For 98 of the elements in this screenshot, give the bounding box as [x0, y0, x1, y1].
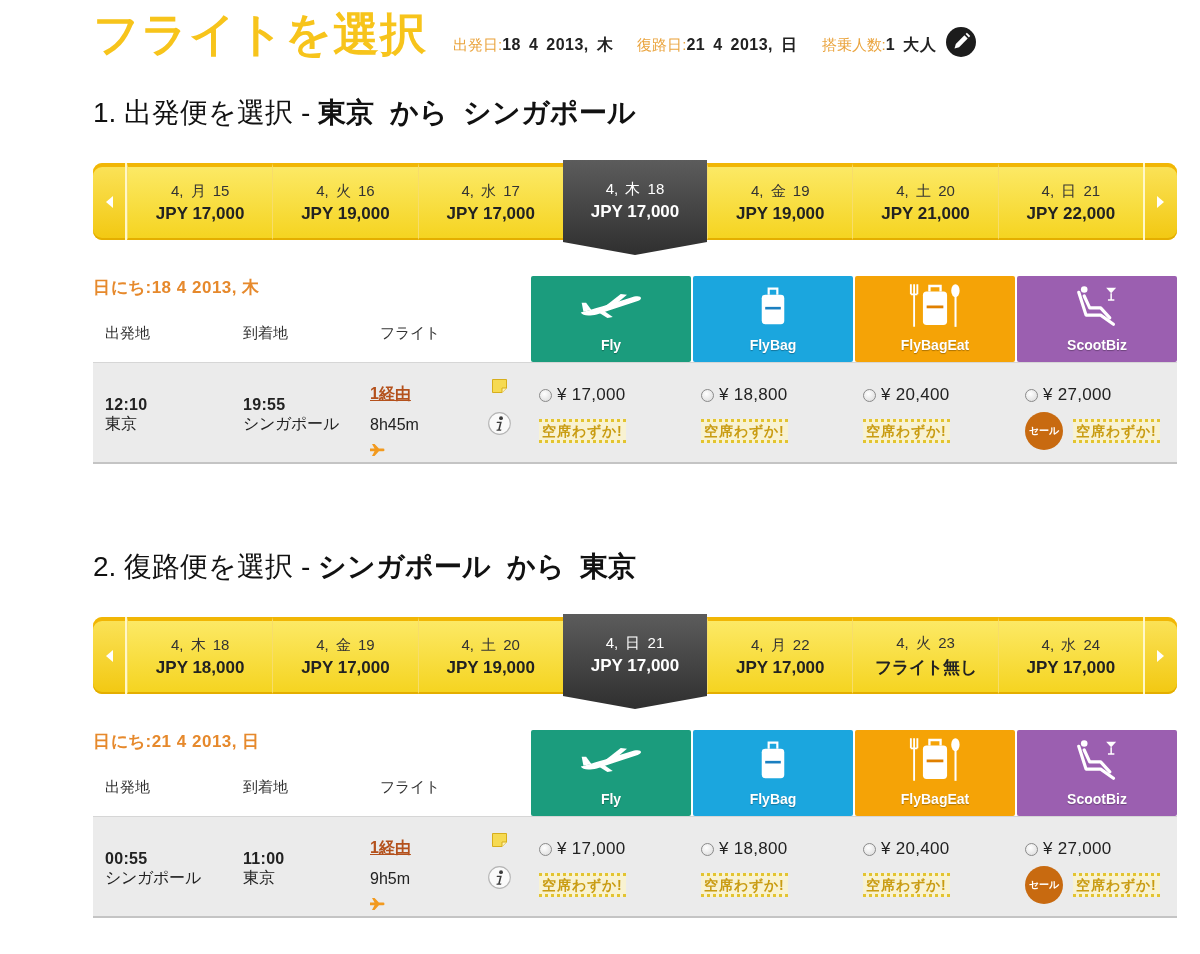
column-header: 到着地 — [243, 323, 288, 343]
date-tab[interactable]: 4, 火 16 JPY 19,000 — [272, 163, 418, 240]
fare-type-label: Fly — [600, 336, 622, 355]
column-header: 出発地 — [105, 323, 150, 343]
departure-time: 12:10 — [105, 395, 148, 414]
note-icon[interactable] — [491, 833, 507, 847]
radio-button[interactable] — [539, 842, 552, 856]
availability-badge: 空席わずか! — [539, 873, 626, 897]
availability-badge: 空席わずか! — [863, 873, 950, 897]
date-tab[interactable]: 4, 日 21 JPY 22,000 — [997, 163, 1143, 240]
date-tab[interactable]: 4, 金 19 JPY 17,000 — [272, 617, 418, 694]
airplane-icon — [579, 746, 643, 773]
radio-button[interactable] — [539, 388, 552, 402]
column-header: 出発地 — [105, 777, 150, 797]
radio-button[interactable] — [863, 388, 876, 402]
availability-badge: 空席わずか! — [863, 419, 950, 443]
fare-type-label: FlyBagEat — [900, 790, 970, 809]
radio-button[interactable] — [1025, 388, 1038, 402]
sale-badge: セール — [1025, 866, 1063, 904]
date-tab[interactable]: 4, 月 22 JPY 17,000 — [707, 617, 853, 694]
triangle-right-icon — [1157, 649, 1165, 662]
availability-badge: 空席わずか! — [1073, 419, 1160, 443]
radio-button[interactable] — [701, 842, 714, 856]
fare-type-label: FlyBag — [749, 336, 797, 355]
summary-label: 復路日: — [637, 36, 687, 55]
column-header: フライト — [380, 777, 440, 797]
date-tab[interactable]: 4, 日 21 JPY 17,000 — [562, 614, 708, 709]
date-tab[interactable]: 4, 木 18 JPY 18,000 — [127, 617, 273, 694]
previous-dates-button[interactable] — [93, 163, 127, 240]
fare-price: ¥ 17,000 — [557, 385, 626, 405]
availability-badge: 空席わずか! — [1073, 873, 1160, 897]
flight-duration: 9h5m — [370, 869, 411, 889]
next-dates-button[interactable] — [1142, 163, 1177, 240]
airplane-icon — [370, 897, 385, 911]
airplane-icon — [579, 292, 643, 319]
fare-type-label: FlyBagEat — [900, 336, 970, 355]
fare-price: ¥ 20,400 — [881, 385, 950, 405]
fare-type-label: ScootBiz — [1067, 336, 1127, 355]
date-tab[interactable]: 4, 土 20 JPY 21,000 — [852, 163, 998, 240]
summary-value: 18 4 2013, 木 — [502, 35, 614, 55]
column-header: フライト — [380, 323, 440, 343]
date-tab[interactable]: 4, 月 15 JPY 17,000 — [127, 163, 273, 240]
date-tab[interactable]: 4, 土 20 JPY 19,000 — [417, 617, 563, 694]
fare-price: ¥ 20,400 — [881, 839, 950, 859]
arrival-city: 東京 — [243, 868, 275, 888]
suitcase-fork-spoon-icon — [909, 737, 961, 782]
fare-type-label: ScootBiz — [1067, 790, 1127, 809]
radio-button[interactable] — [863, 842, 876, 856]
date-tab[interactable]: 4, 水 17 JPY 17,000 — [417, 163, 563, 240]
summary-label: 出発日: — [453, 36, 503, 55]
sale-badge: セール — [1025, 412, 1063, 450]
departure-time: 00:55 — [105, 849, 148, 868]
arrival-city: シンガポール — [243, 414, 339, 434]
departure-city: シンガポール — [105, 868, 201, 888]
pencil-icon[interactable] — [946, 27, 976, 57]
note-icon[interactable] — [491, 379, 507, 393]
availability-badge: 空席わずか! — [701, 873, 788, 897]
fare-type-label: Fly — [600, 790, 622, 809]
availability-badge: 空席わずか! — [701, 419, 788, 443]
date-tab[interactable]: 4, 金 19 JPY 19,000 — [707, 163, 853, 240]
arrival-time: 11:00 — [243, 849, 285, 868]
date-label: 日にち:21 4 2013, 日 — [93, 732, 260, 752]
stops-link[interactable]: 1経由 — [370, 384, 411, 403]
departure-city: 東京 — [105, 414, 137, 434]
radio-button[interactable] — [701, 388, 714, 402]
section-heading: 2. 復路便を選択 - シンガポール から 東京 — [93, 550, 638, 584]
date-tab[interactable]: 4, 水 24 JPY 17,000 — [997, 617, 1143, 694]
fare-price: ¥ 18,800 — [719, 385, 788, 405]
column-header: 到着地 — [243, 777, 288, 797]
suitcase-icon — [760, 739, 786, 780]
page-title: フライトを選択 — [93, 7, 427, 57]
radio-button[interactable] — [1025, 842, 1038, 856]
fare-type-label: FlyBag — [749, 790, 797, 809]
triangle-right-icon — [1157, 195, 1165, 208]
date-tab[interactable]: 4, 木 18 JPY 17,000 — [562, 160, 708, 255]
triangle-left-icon — [105, 649, 113, 662]
fare-price: ¥ 27,000 — [1043, 839, 1112, 859]
date-tab[interactable]: 4, 火 23 フライト無し — [852, 617, 998, 694]
next-dates-button[interactable] — [1142, 617, 1177, 694]
airplane-icon — [370, 443, 385, 457]
fare-price: ¥ 27,000 — [1043, 385, 1112, 405]
fare-price: ¥ 17,000 — [557, 839, 626, 859]
info-icon[interactable] — [487, 412, 511, 435]
section-heading: 1. 出発便を選択 - 東京 から シンガポール — [93, 96, 638, 130]
summary-value: 1 大人 — [885, 35, 936, 55]
triangle-left-icon — [105, 195, 113, 208]
suitcase-icon — [760, 285, 786, 326]
summary-value: 21 4 2013, 日 — [686, 35, 798, 55]
date-label: 日にち:18 4 2013, 木 — [93, 278, 260, 298]
summary-label: 搭乗人数: — [821, 36, 886, 55]
availability-badge: 空席わずか! — [539, 419, 626, 443]
suitcase-fork-spoon-icon — [909, 283, 961, 328]
flight-duration: 8h45m — [370, 415, 419, 435]
previous-dates-button[interactable] — [93, 617, 127, 694]
info-icon[interactable] — [487, 866, 511, 889]
fare-price: ¥ 18,800 — [719, 839, 788, 859]
stops-link[interactable]: 1経由 — [370, 838, 411, 857]
arrival-time: 19:55 — [243, 395, 286, 414]
